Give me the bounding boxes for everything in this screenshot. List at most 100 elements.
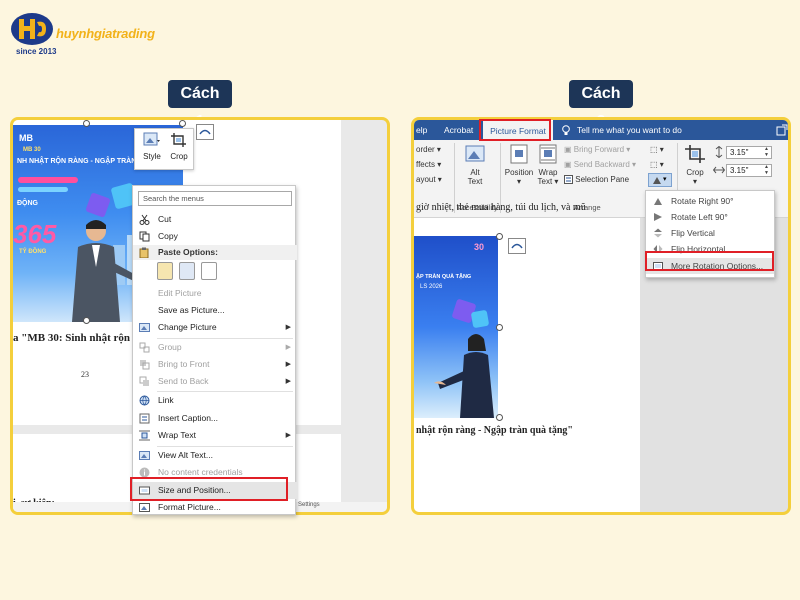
- menu-item-view-alt-text[interactable]: View Alt Text...: [133, 447, 297, 464]
- bring-to-front-icon: [140, 360, 150, 370]
- menu-item-change-picture[interactable]: Change Picture ▶: [133, 319, 297, 336]
- menu-item-link[interactable]: Link: [133, 392, 297, 409]
- menu-item-rotate-right[interactable]: Rotate Right 90°: [646, 193, 774, 209]
- format-picture-icon: [139, 503, 150, 512]
- caption-text: a "MB 30: Sinh nhật rộn: [13, 332, 131, 344]
- alt-text-icon: [139, 451, 150, 460]
- crop-button[interactable]: Crop ▾: [682, 144, 708, 186]
- submenu-arrow-icon: ▶: [285, 344, 291, 351]
- alt-text-button[interactable]: Alt Text: [461, 144, 489, 186]
- menu-item-bring-to-front: Bring to Front ▶: [133, 356, 297, 373]
- menu-search-input[interactable]: Search the menus: [138, 191, 292, 206]
- flip-vertical-icon: [654, 228, 662, 238]
- wrap-text-icon: [539, 144, 557, 164]
- menu-item-copy[interactable]: Copy: [133, 228, 297, 245]
- copy-icon: [139, 231, 150, 242]
- picture-effects-button[interactable]: ffects ▾: [416, 160, 441, 169]
- caption-text: nhật rộn ràng - Ngập tràn quà tặng": [416, 425, 573, 436]
- paste-text-only-icon[interactable]: [201, 262, 217, 280]
- shape-width-input[interactable]: 3.15" ▲ ▼: [726, 164, 772, 177]
- businesswoman-figure: [434, 334, 494, 418]
- shape-height-input[interactable]: 3.15" ▲ ▼: [726, 146, 772, 159]
- position-icon: [510, 144, 528, 164]
- menu-item-send-to-back: Send to Back ▶: [133, 373, 297, 390]
- menu-item-wrap-text[interactable]: Wrap Text ▶: [133, 427, 297, 444]
- wrap-text-button[interactable]: Wrap Text ▾: [535, 144, 561, 186]
- rotate-right-icon: [654, 198, 662, 205]
- menu-item-group: Group ▶: [133, 339, 297, 356]
- style-button[interactable]: Style: [139, 132, 165, 161]
- menu-item-insert-caption[interactable]: Insert Caption...: [133, 410, 297, 427]
- highlight-more-rotation-options: [645, 251, 774, 271]
- resize-handle[interactable]: [83, 317, 90, 324]
- scissors-icon: [139, 214, 150, 225]
- align-button[interactable]: ⬚ ▾: [650, 145, 664, 154]
- brand-logo: huynhgiatrading since 2013: [10, 12, 155, 56]
- position-button[interactable]: Position ▾: [502, 144, 536, 186]
- menu-item-save-as-picture[interactable]: Save as Picture...: [133, 302, 297, 319]
- layout-options-icon[interactable]: [196, 124, 214, 140]
- change-picture-icon: [139, 323, 150, 332]
- link-icon: [139, 395, 150, 406]
- menu-item-rotate-left[interactable]: Rotate Left 90°: [646, 209, 774, 225]
- ribbon-tab-bar: elp Acrobat Picture Format Tell me what …: [414, 120, 788, 140]
- picture-style-icon: [143, 132, 160, 146]
- picture-border-button[interactable]: order ▾: [416, 145, 441, 154]
- crop-icon: [685, 145, 705, 163]
- promo-image[interactable]: 30 ẬP TRÀN QUÀ TẶNG LS 2026: [414, 236, 498, 418]
- method-1-label: Cách 1: [168, 80, 232, 130]
- menu-item-cut[interactable]: Cut: [133, 211, 297, 228]
- lightbulb-icon: [562, 125, 570, 135]
- tell-me-search[interactable]: Tell me what you want to do: [577, 120, 682, 140]
- tab-acrobat[interactable]: Acrobat: [444, 120, 473, 140]
- crop-button[interactable]: Crop: [166, 132, 192, 161]
- resize-handle[interactable]: [83, 120, 90, 127]
- menu-item-format-picture[interactable]: Format Picture...: [133, 499, 297, 516]
- resize-handle[interactable]: [179, 120, 186, 127]
- send-backward-button: ▣ Send Backward ▾: [564, 160, 637, 169]
- crop-icon: [171, 133, 186, 147]
- group-objects-button[interactable]: ⬚ ▾: [650, 160, 664, 169]
- menu-item-edit-picture: Edit Picture: [158, 288, 202, 298]
- selection-pane-icon: [564, 175, 573, 185]
- resize-handle[interactable]: [496, 233, 503, 240]
- page-number: 23: [81, 370, 89, 379]
- selection-pane-button[interactable]: Selection Pane: [564, 175, 629, 185]
- tab-help[interactable]: elp: [416, 120, 427, 140]
- shape-width-icon: [713, 166, 725, 174]
- resize-handle[interactable]: [496, 324, 503, 331]
- share-icon[interactable]: [776, 124, 788, 136]
- submenu-arrow-icon: ▶: [285, 378, 291, 385]
- clipboard-icon: [139, 247, 149, 258]
- paste-picture-icon[interactable]: [179, 262, 195, 280]
- insert-caption-icon: [139, 413, 150, 424]
- highlight-picture-format-tab: [479, 119, 551, 141]
- paste-keep-formatting-icon[interactable]: [157, 262, 173, 280]
- submenu-arrow-icon: ▶: [285, 432, 291, 439]
- brand-name: huynhgiatrading: [56, 26, 155, 41]
- menu-item-flip-vertical[interactable]: Flip Vertical: [646, 225, 774, 241]
- gift-box: [470, 309, 490, 329]
- wrap-text-icon: [139, 430, 150, 441]
- rotate-left-icon: [654, 213, 662, 221]
- right-screenshot-panel: elp Acrobat Picture Format Tell me what …: [411, 117, 791, 515]
- rotate-icon: [653, 177, 661, 184]
- alt-text-icon: [465, 145, 485, 162]
- bring-forward-button: ▣ Bring Forward ▾: [564, 145, 631, 154]
- document-text-line: giờ nhiệt, thẻ mua hàng, túi du lịch, và…: [416, 202, 586, 213]
- layout-options-icon[interactable]: [508, 238, 526, 254]
- method-2-label: Cách 2: [569, 80, 633, 130]
- submenu-arrow-icon: ▶: [285, 361, 291, 368]
- gift-box: [85, 192, 111, 218]
- send-to-back-icon: [139, 376, 149, 386]
- brand-since: since 2013: [16, 47, 57, 56]
- submenu-arrow-icon: ▶: [285, 324, 291, 331]
- highlight-size-and-position: [130, 477, 288, 501]
- shape-height-icon: [715, 146, 723, 158]
- businessman-figure: [72, 220, 136, 322]
- picture-layout-button[interactable]: ayout ▾: [416, 175, 442, 184]
- rotate-button[interactable]: ▾: [648, 173, 672, 187]
- resize-handle[interactable]: [496, 414, 503, 421]
- mini-toolbar: Style Crop: [134, 128, 194, 170]
- brand-logo-icon: [11, 13, 53, 45]
